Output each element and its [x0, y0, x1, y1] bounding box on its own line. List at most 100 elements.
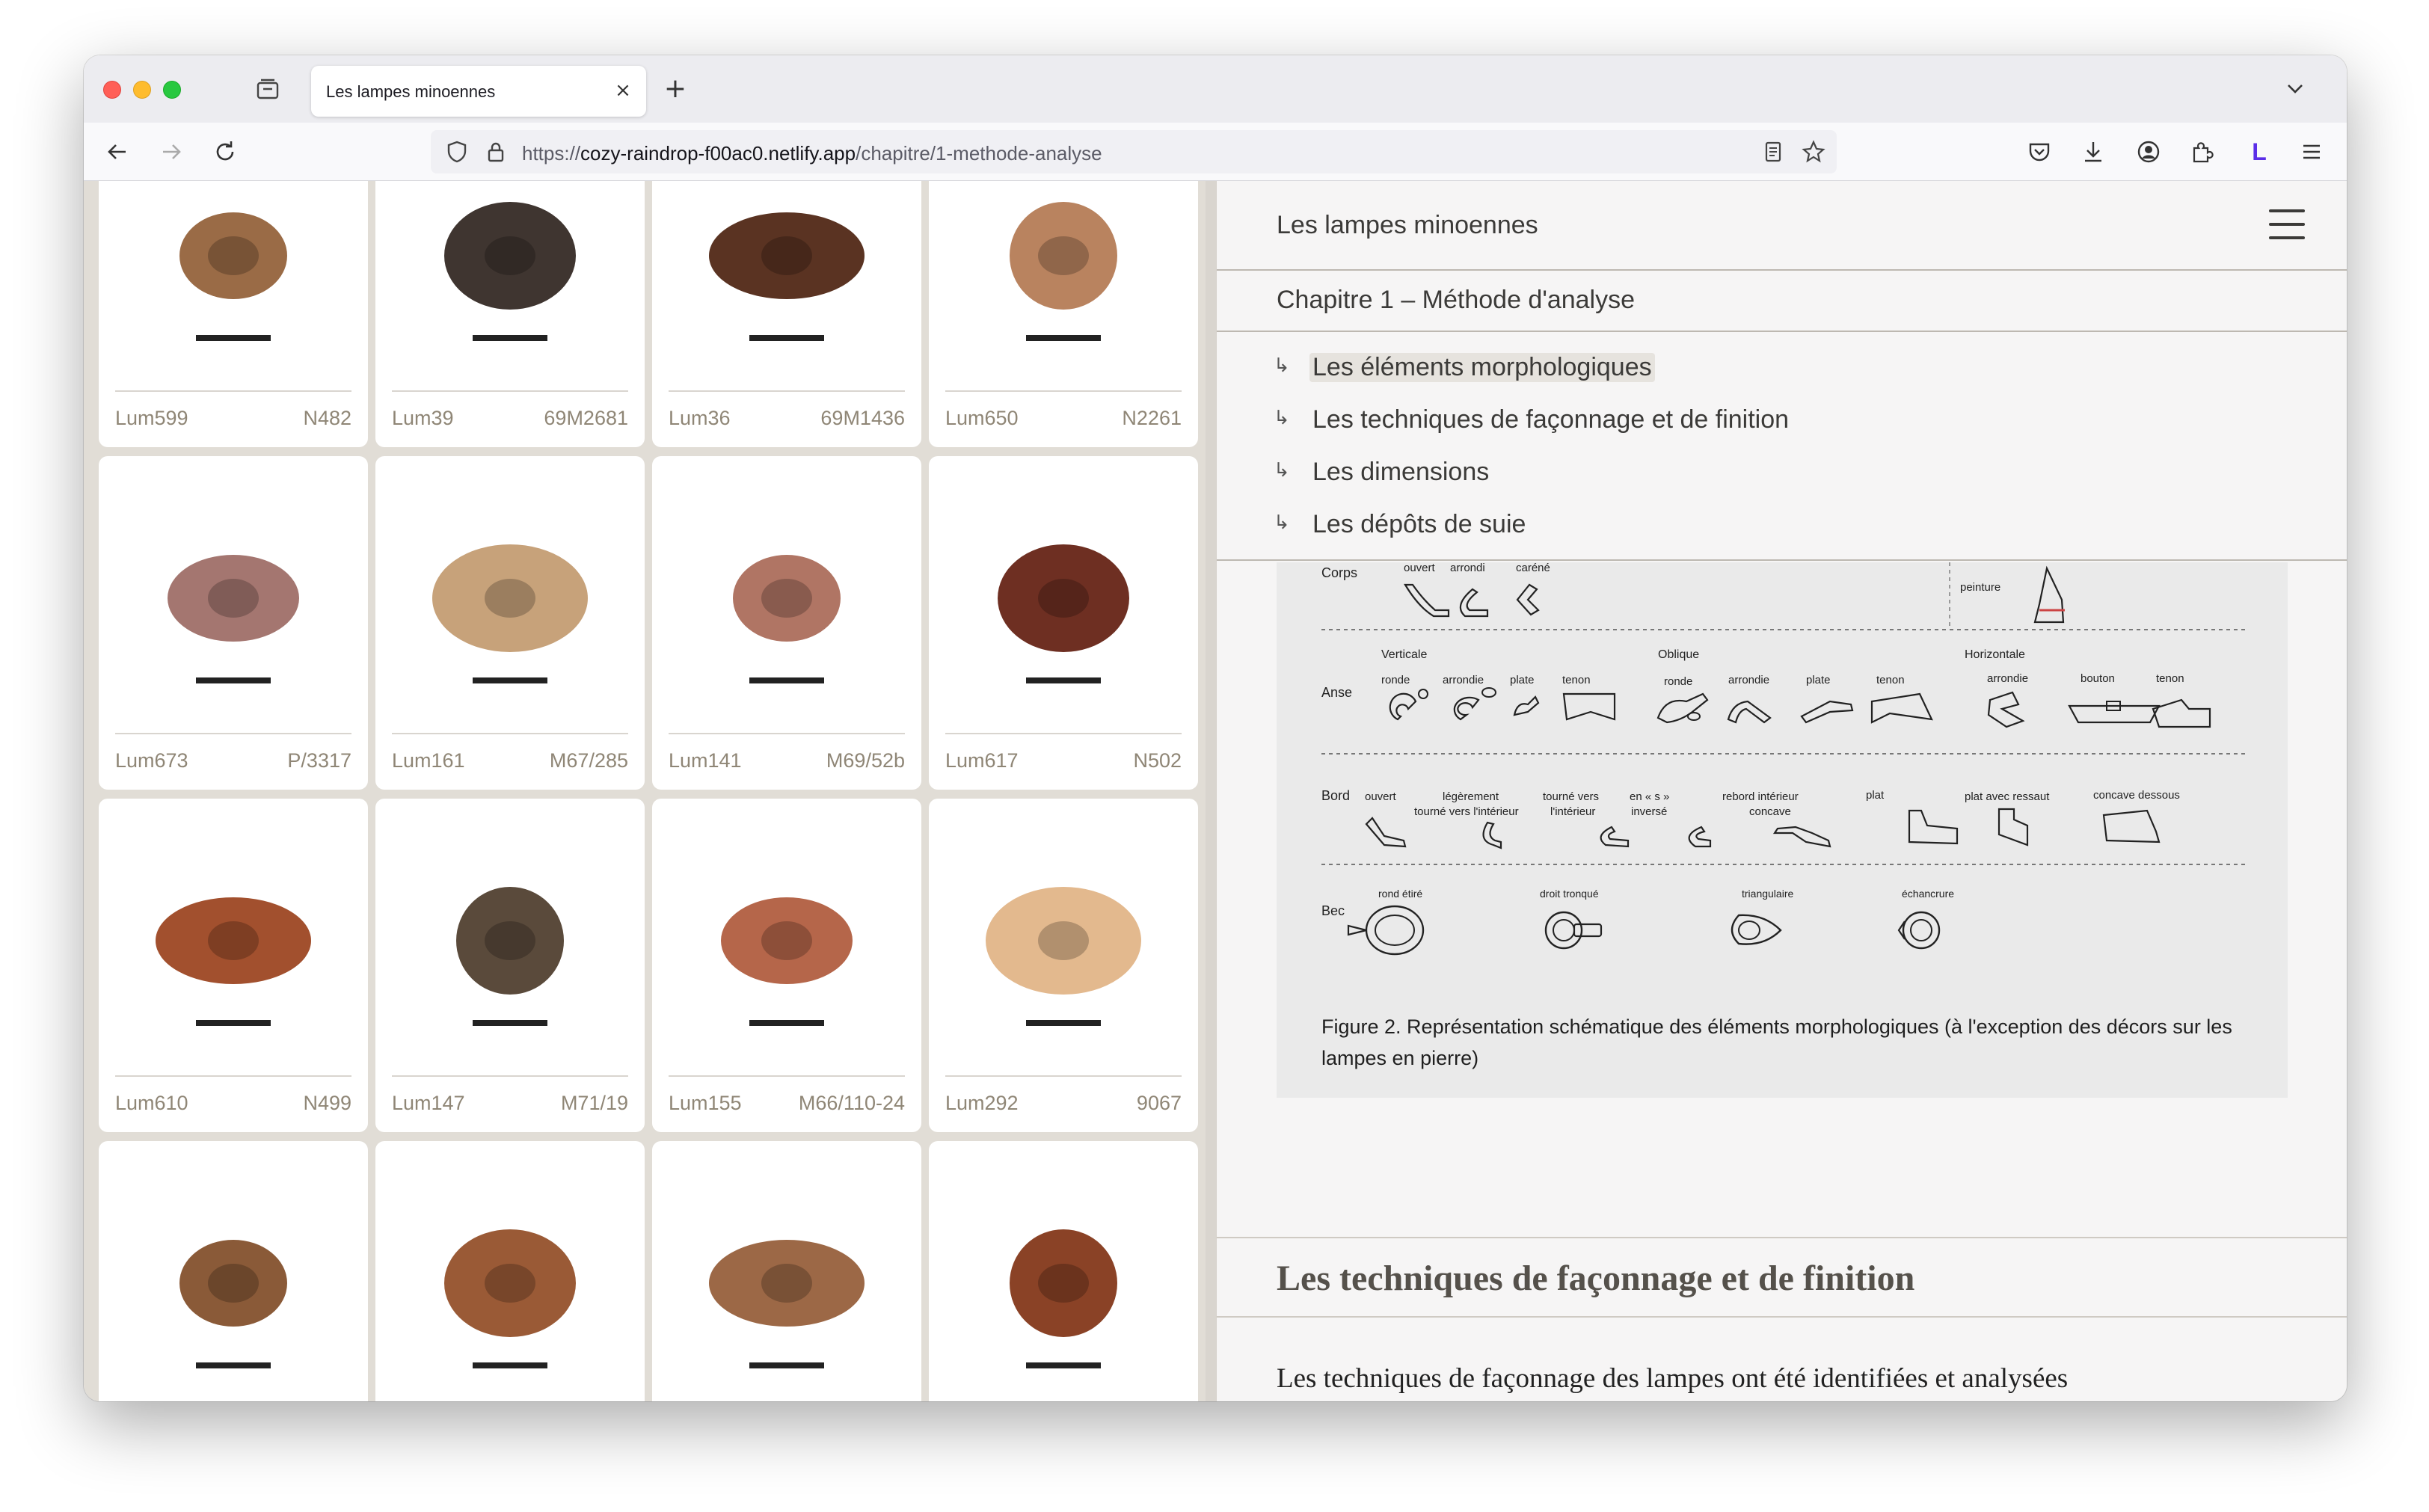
profile-extension-icon[interactable]: L — [2245, 138, 2273, 166]
lamp-card[interactable]: Lum610 N499 — [99, 799, 368, 1132]
anse-group-label: Oblique — [1658, 648, 1699, 661]
chapter-title[interactable]: Chapitre 1 – Méthode d'analyse — [1277, 286, 1635, 315]
lamp-card[interactable]: Lum39 69M2681 — [375, 181, 645, 447]
lamp-id: Lum155 — [669, 1092, 742, 1114]
chevron-down-icon[interactable] — [2279, 73, 2311, 105]
figure-morphology: Corps Anse Bord Bec ouvert arrondi carén… — [1277, 562, 2288, 1098]
scale-bar — [473, 677, 547, 683]
lamp-inventory-number: M66/110-24 — [798, 1092, 905, 1114]
bord-label: rebord intérieur — [1722, 790, 1799, 803]
address-bar[interactable]: https://cozy-raindrop-f00ac0.netlify.app… — [431, 130, 1837, 173]
bord-label: l'intérieur — [1550, 805, 1595, 818]
tab-active[interactable]: Les lampes minoennes × — [311, 66, 646, 117]
anse-label: tenon — [1562, 674, 1591, 686]
anse-label: plate — [1510, 674, 1535, 686]
lamp-card[interactable]: Lum599 N482 — [99, 181, 368, 447]
lamp-photo — [99, 1141, 368, 1401]
anse-label: tenon — [1876, 674, 1905, 686]
account-icon[interactable] — [2134, 138, 2163, 166]
reader-view-icon[interactable] — [1760, 139, 1786, 165]
corps-label: caréné — [1516, 562, 1550, 574]
bec-label: triangulaire — [1742, 888, 1793, 900]
scale-bar — [749, 335, 824, 341]
anse-label: ronde — [1381, 674, 1410, 686]
lamp-photo — [99, 181, 368, 390]
scale-bar — [196, 1020, 271, 1026]
page-content: Lum599 N482 Lum39 69M2681 Lum36 69M1436 Lum650… — [84, 181, 2347, 1401]
toc-arrow-icon: ↳ — [1274, 407, 1290, 429]
scale-bar — [1026, 1362, 1101, 1368]
tab-strip: Les lampes minoennes × + — [84, 55, 2347, 123]
lamp-gallery: Lum599 N482 Lum39 69M2681 Lum36 69M1436 Lum650… — [84, 181, 1206, 1401]
extensions-puzzle-icon[interactable] — [2188, 138, 2217, 166]
anse-group-label: Horizontale — [1965, 648, 2025, 661]
anse-label: plate — [1806, 674, 1831, 686]
card-divider — [392, 1075, 628, 1077]
lamp-card[interactable] — [929, 1141, 1198, 1401]
figure-caption: Figure 2. Représentation schématique des… — [1321, 1015, 2232, 1069]
site-title[interactable]: Les lampes minoennes — [1277, 211, 1538, 240]
back-arrow-icon[interactable] — [103, 138, 132, 166]
anse-group-label: Verticale — [1381, 648, 1427, 661]
close-window-button[interactable] — [103, 81, 121, 99]
reload-icon[interactable] — [211, 138, 239, 166]
toc-arrow-icon: ↳ — [1274, 354, 1290, 377]
lamp-card[interactable] — [375, 1141, 645, 1401]
card-divider — [392, 733, 628, 734]
scale-bar — [473, 1362, 547, 1368]
url-scheme: https:// — [522, 142, 581, 165]
url-text[interactable]: https://cozy-raindrop-f00ac0.netlify.app… — [522, 142, 1102, 165]
pocket-icon[interactable] — [2025, 138, 2054, 166]
lamp-card[interactable]: Lum292 9067 — [929, 799, 1198, 1132]
lamp-card[interactable] — [652, 1141, 921, 1401]
body-paragraph: Les techniques de façonnage des lampes o… — [1277, 1363, 2069, 1394]
card-divider — [669, 390, 905, 392]
menu-icon[interactable] — [2269, 209, 2305, 239]
lamp-photo — [99, 799, 368, 1075]
gallery-scrollbar[interactable] — [1206, 181, 1216, 1401]
bord-label: concave — [1749, 805, 1791, 818]
zoom-window-button[interactable] — [163, 81, 181, 99]
hamburger-menu-icon[interactable] — [2297, 138, 2326, 166]
shield-icon[interactable] — [444, 139, 470, 165]
minimize-window-button[interactable] — [133, 81, 151, 99]
tab-overview-icon[interactable] — [254, 76, 281, 103]
lamp-card[interactable]: Lum147 M71/19 — [375, 799, 645, 1132]
lamp-card[interactable]: Lum617 N502 — [929, 456, 1198, 790]
browser-window: Les lampes minoennes × + https://cozy-ra… — [84, 55, 2347, 1401]
bookmark-star-icon[interactable] — [1801, 139, 1826, 165]
lamp-photo — [652, 1141, 921, 1401]
lamp-photo — [99, 456, 368, 733]
bord-label: tourné vers l'intérieur — [1414, 805, 1519, 818]
lock-icon[interactable] — [483, 139, 509, 165]
corps-label: arrondi — [1450, 562, 1485, 574]
bec-label: droit tronqué — [1540, 888, 1599, 900]
lamp-id: Lum650 — [945, 407, 1019, 429]
bord-label: ouvert — [1365, 790, 1397, 803]
lamp-card[interactable]: Lum36 69M1436 — [652, 181, 921, 447]
lamp-card[interactable]: Lum155 M66/110-24 — [652, 799, 921, 1132]
anse-label: arrondie — [1728, 674, 1769, 686]
bord-label: légèrement — [1443, 790, 1499, 803]
lamp-inventory-number: P/3317 — [287, 749, 351, 772]
scale-bar — [1026, 1020, 1101, 1026]
new-tab-button[interactable]: + — [660, 73, 691, 105]
lamp-inventory-number: 69M2681 — [544, 407, 628, 429]
lamp-inventory-number: M69/52b — [826, 749, 905, 772]
download-icon[interactable] — [2079, 138, 2107, 166]
card-divider — [115, 733, 351, 734]
lamp-card[interactable]: Lum650 N2261 — [929, 181, 1198, 447]
lamp-card[interactable] — [99, 1141, 368, 1401]
tab-title: Les lampes minoennes — [326, 82, 496, 101]
lamp-photo — [929, 799, 1198, 1075]
toc-arrow-icon: ↳ — [1274, 511, 1290, 534]
lamp-card[interactable]: Lum161 M67/285 — [375, 456, 645, 790]
lamp-card[interactable]: Lum673 P/3317 — [99, 456, 368, 790]
lamp-card[interactable]: Lum141 M69/52b — [652, 456, 921, 790]
row-label-anse: Anse — [1321, 685, 1352, 700]
peinture-label: peinture — [1960, 581, 2000, 594]
bec-label: rond étiré — [1378, 888, 1422, 900]
forward-arrow-icon[interactable] — [157, 138, 185, 166]
scale-bar — [196, 335, 271, 341]
tab-close-icon[interactable]: × — [612, 79, 634, 102]
